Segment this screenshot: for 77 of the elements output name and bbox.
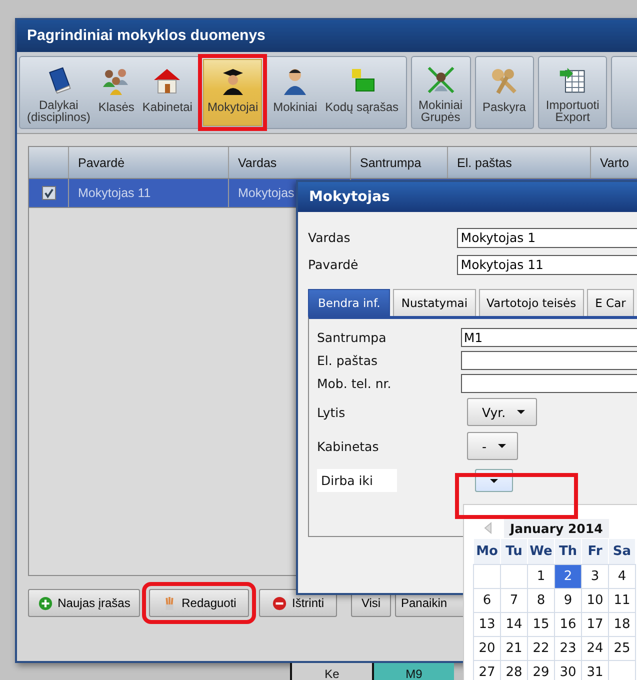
toolbar-button[interactable]: Importuoti Export	[542, 59, 604, 126]
calendar-day[interactable]: 21	[501, 637, 527, 660]
weekday-label: Sa	[609, 539, 635, 564]
weekday-label: We	[528, 539, 554, 564]
month-title: January 2014	[504, 518, 609, 538]
toolbar-button[interactable]: Paskyra	[478, 59, 530, 126]
input-field[interactable]	[460, 374, 637, 393]
calendar-day[interactable]: 7	[501, 589, 527, 612]
input-field[interactable]: Mokytojas 11	[456, 254, 637, 274]
caret-icon	[489, 478, 499, 484]
calendar-day[interactable]: 25	[609, 637, 635, 660]
toolbar-button[interactable]: Mokiniai Grupės	[414, 59, 467, 126]
calendar-day[interactable]: 14	[501, 613, 527, 636]
field-label: Pavardė	[308, 257, 360, 272]
weekday-label: Fr	[582, 539, 608, 564]
calendar-day[interactable]: 2	[555, 565, 581, 588]
timetable-cell: M9	[372, 663, 454, 680]
field-label: Lytis	[317, 404, 346, 420]
tab[interactable]: E Car	[587, 289, 634, 316]
calendar-day[interactable]: 29	[528, 661, 554, 680]
calendar-day[interactable]: 28	[501, 661, 527, 680]
toolbar-button[interactable]: Klasės	[94, 59, 138, 126]
weekday-label: Mo	[474, 539, 500, 564]
column-header[interactable]: El. paštas	[448, 147, 591, 178]
input-field[interactable]	[460, 351, 637, 370]
calendar-day[interactable]: 30	[555, 661, 581, 680]
column-header[interactable]: Pavardė	[69, 147, 229, 178]
weekday-label: Tu	[501, 539, 527, 564]
input-field[interactable]: M1	[460, 328, 637, 347]
tab[interactable]: Vartotojo teisės	[478, 289, 584, 316]
field-label: Santrumpa	[317, 330, 388, 345]
column-header[interactable]: Santrumpa	[351, 147, 448, 178]
calendar-day[interactable]: 31	[582, 661, 608, 680]
calendar-day[interactable]: 8	[528, 589, 554, 612]
calendar-day[interactable]: 20	[474, 637, 500, 660]
field-label: Dirba iki	[317, 468, 397, 492]
field-label: Kabinetas	[317, 438, 380, 454]
calendar-day[interactable]: 16	[555, 613, 581, 636]
column-header[interactable]: Vardas	[229, 147, 351, 178]
tab[interactable]: Nustatymai	[393, 289, 476, 316]
calendar-day[interactable]: 22	[528, 637, 554, 660]
dropdown[interactable]: -	[467, 432, 518, 460]
row-checkbox[interactable]	[42, 186, 56, 200]
toolbar-button[interactable]: Mokiniai	[269, 59, 322, 126]
timetable-cell: Ke	[290, 663, 372, 680]
input-field[interactable]: Mokytojas 1	[456, 228, 637, 248]
calendar-day[interactable]: 27	[474, 661, 500, 680]
window-title: Pagrindiniai mokyklos duomenys	[17, 20, 637, 52]
calendar-day[interactable]: 9	[555, 589, 581, 612]
calendar-day[interactable]: 11	[609, 589, 635, 612]
calendar-day[interactable]: 15	[528, 613, 554, 636]
dropdown[interactable]: Vyr.	[467, 398, 537, 426]
minus-icon	[272, 596, 287, 610]
weekday-label: Th	[555, 539, 581, 564]
field-label: Mob. tel. nr.	[317, 376, 392, 391]
caret-icon	[496, 443, 507, 449]
caret-icon	[516, 409, 526, 415]
plus-icon	[38, 596, 53, 610]
action-button[interactable]: Naujas įrašas	[28, 589, 140, 617]
tab[interactable]: Bendra inf.	[308, 289, 390, 316]
toolbar-button[interactable]: Dalykai (disciplinos)	[23, 59, 94, 126]
calendar-day[interactable]: 3	[582, 565, 608, 588]
field-label: El. paštas	[317, 353, 378, 368]
calendar-day[interactable]: 10	[582, 589, 608, 612]
toolbar-button[interactable]: Kodų sąrašas	[321, 59, 403, 126]
calendar-day[interactable]: 23	[555, 637, 581, 660]
dialog-title: Mokytojas	[298, 182, 637, 212]
calendar-day[interactable]: 18	[609, 613, 635, 636]
table-cell: Mokytojas 11	[69, 179, 229, 207]
calendar-day[interactable]: 4	[609, 565, 635, 588]
column-header[interactable]: Varto	[591, 147, 637, 178]
calendar-day[interactable]: 6	[474, 589, 500, 612]
calendar-day[interactable]: 1	[528, 565, 554, 588]
field-label: Vardas	[308, 230, 352, 245]
calendar-day[interactable]: 17	[582, 613, 608, 636]
toolbar-button[interactable]: Kabinetai	[138, 59, 196, 126]
calendar-day[interactable]: 24	[582, 637, 608, 660]
